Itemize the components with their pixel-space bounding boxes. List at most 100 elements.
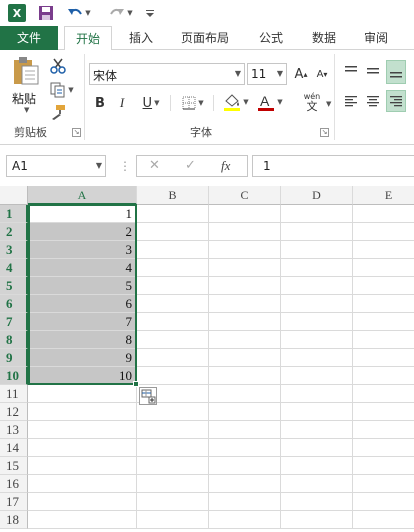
row-header-18[interactable]: 18: [0, 511, 28, 529]
cell-e11[interactable]: [353, 385, 414, 403]
customize-qat-button[interactable]: [144, 3, 156, 23]
cell-c5[interactable]: [209, 277, 281, 295]
cell-a5[interactable]: 5: [28, 277, 137, 295]
cell-b14[interactable]: [137, 439, 209, 457]
quick-analysis-button[interactable]: [139, 387, 157, 405]
cell-c8[interactable]: [209, 331, 281, 349]
cell-e1[interactable]: [353, 205, 414, 223]
cell-d17[interactable]: [281, 493, 353, 511]
cell-a2[interactable]: 2: [28, 223, 137, 241]
cell-e4[interactable]: [353, 259, 414, 277]
cell-a14[interactable]: [28, 439, 137, 457]
cell-a12[interactable]: [28, 403, 137, 421]
cell-b13[interactable]: [137, 421, 209, 439]
cell-b8[interactable]: [137, 331, 209, 349]
cell-d5[interactable]: [281, 277, 353, 295]
cell-c10[interactable]: [209, 367, 281, 385]
font-launcher-icon[interactable]: ↘: [320, 128, 329, 137]
font-size-select[interactable]: 11 ▼: [247, 63, 287, 85]
cell-b9[interactable]: [137, 349, 209, 367]
cell-c14[interactable]: [209, 439, 281, 457]
cell-c4[interactable]: [209, 259, 281, 277]
row-header-14[interactable]: 14: [0, 439, 28, 457]
cell-a3[interactable]: 3: [28, 241, 137, 259]
cell-a13[interactable]: [28, 421, 137, 439]
font-color-button[interactable]: A ▼: [254, 91, 286, 113]
cell-a6[interactable]: 6: [28, 295, 137, 313]
tab-file[interactable]: 文件: [0, 26, 58, 50]
cell-d10[interactable]: [281, 367, 353, 385]
underline-button[interactable]: U ▼: [136, 93, 166, 113]
phonetic-guide-button[interactable]: wén 文: [298, 91, 326, 113]
cell-c1[interactable]: [209, 205, 281, 223]
align-center-button[interactable]: [364, 92, 382, 110]
cell-e3[interactable]: [353, 241, 414, 259]
row-header-13[interactable]: 13: [0, 421, 28, 439]
column-header-c[interactable]: C: [209, 186, 281, 205]
save-button[interactable]: [36, 3, 56, 23]
redo-button[interactable]: ▼: [106, 3, 136, 23]
row-header-7[interactable]: 7: [0, 313, 28, 331]
align-right-button[interactable]: [386, 90, 406, 112]
cell-b3[interactable]: [137, 241, 209, 259]
cell-e5[interactable]: [353, 277, 414, 295]
cell-c2[interactable]: [209, 223, 281, 241]
row-header-8[interactable]: 8: [0, 331, 28, 349]
clipboard-launcher-icon[interactable]: ↘: [72, 128, 81, 137]
cell-b6[interactable]: [137, 295, 209, 313]
cell-a9[interactable]: 9: [28, 349, 137, 367]
cell-d1[interactable]: [281, 205, 353, 223]
cell-d9[interactable]: [281, 349, 353, 367]
cell-a4[interactable]: 4: [28, 259, 137, 277]
cell-b15[interactable]: [137, 457, 209, 475]
cell-b18[interactable]: [137, 511, 209, 529]
paste-button[interactable]: 粘贴 ▼: [8, 56, 44, 114]
insert-function-button[interactable]: fx: [221, 158, 230, 174]
cell-b2[interactable]: [137, 223, 209, 241]
align-bottom-button[interactable]: [386, 60, 406, 84]
align-left-button[interactable]: [342, 92, 360, 110]
cell-b16[interactable]: [137, 475, 209, 493]
row-header-12[interactable]: 12: [0, 403, 28, 421]
cell-a18[interactable]: [28, 511, 137, 529]
row-header-4[interactable]: 4: [0, 259, 28, 277]
cell-a17[interactable]: [28, 493, 137, 511]
cell-e9[interactable]: [353, 349, 414, 367]
row-header-5[interactable]: 5: [0, 277, 28, 295]
cell-d2[interactable]: [281, 223, 353, 241]
shrink-font-button[interactable]: A ▾: [313, 64, 331, 84]
cell-c6[interactable]: [209, 295, 281, 313]
cell-c15[interactable]: [209, 457, 281, 475]
cell-a16[interactable]: [28, 475, 137, 493]
cell-c13[interactable]: [209, 421, 281, 439]
align-top-button[interactable]: [342, 62, 360, 80]
cell-b17[interactable]: [137, 493, 209, 511]
row-header-17[interactable]: 17: [0, 493, 28, 511]
row-header-10[interactable]: 10: [0, 367, 28, 385]
cell-c11[interactable]: [209, 385, 281, 403]
tab-insert[interactable]: 插入: [116, 26, 166, 50]
cell-a15[interactable]: [28, 457, 137, 475]
cell-d12[interactable]: [281, 403, 353, 421]
italic-button[interactable]: I: [114, 93, 130, 113]
cell-a11[interactable]: [28, 385, 137, 403]
cell-c9[interactable]: [209, 349, 281, 367]
cell-d8[interactable]: [281, 331, 353, 349]
tab-formulas[interactable]: 公式: [248, 26, 294, 50]
format-painter-button[interactable]: [48, 103, 68, 121]
cell-e14[interactable]: [353, 439, 414, 457]
enter-button[interactable]: ✓: [185, 158, 196, 173]
cell-e7[interactable]: [353, 313, 414, 331]
cell-c16[interactable]: [209, 475, 281, 493]
cell-b5[interactable]: [137, 277, 209, 295]
row-header-15[interactable]: 15: [0, 457, 28, 475]
cell-d4[interactable]: [281, 259, 353, 277]
tab-home[interactable]: 开始: [64, 26, 112, 51]
grow-font-button[interactable]: A ▴: [292, 64, 310, 84]
cell-d13[interactable]: [281, 421, 353, 439]
cell-e15[interactable]: [353, 457, 414, 475]
cell-d11[interactable]: [281, 385, 353, 403]
column-header-e[interactable]: E: [353, 186, 414, 205]
row-header-3[interactable]: 3: [0, 241, 28, 259]
select-all-corner[interactable]: [0, 186, 28, 205]
